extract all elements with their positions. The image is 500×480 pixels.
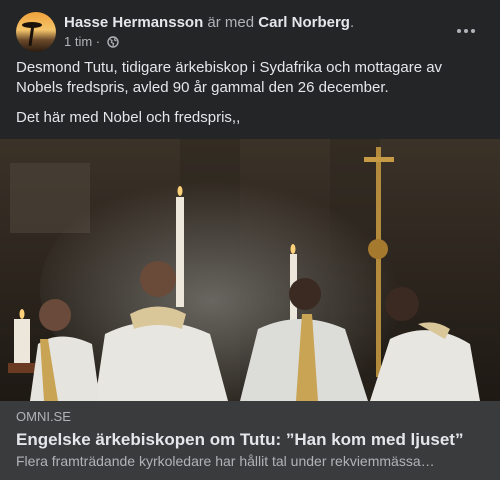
link-title[interactable]: Engelske ärkebiskopen om Tutu: ”Han kom …	[16, 430, 463, 450]
link-domain: OMNI.SE	[16, 409, 71, 424]
author-avatar[interactable]	[16, 12, 56, 52]
post-photo[interactable]	[0, 139, 500, 401]
post-paragraph: Det här med Nobel och fredspris,,	[16, 109, 241, 126]
link-description: Flera framträdande kyrkoledare har hålli…	[16, 453, 435, 469]
more-dots-icon[interactable]	[452, 20, 480, 42]
post-card: Hasse Hermansson är med Carl Norberg. 1 …	[0, 0, 500, 480]
tagged-name[interactable]: Carl Norberg	[258, 14, 350, 31]
post-header: Hasse Hermansson är med Carl Norberg. 1 …	[16, 12, 484, 52]
author-name[interactable]: Hasse Hermansson	[64, 14, 203, 31]
post-names: Hasse Hermansson är med Carl Norberg.	[64, 13, 354, 32]
tagged-suffix: .	[349, 14, 355, 31]
post-meta: 1 tim ·	[64, 34, 119, 50]
link-preview[interactable]: OMNI.SE Engelske ärkebiskopen om Tutu: ”…	[0, 401, 500, 480]
photo-illustration	[0, 139, 500, 401]
globe-icon[interactable]	[107, 36, 119, 48]
post-text: Desmond Tutu, tidigare ärkebiskop i Syda…	[16, 58, 484, 138]
with-text: är med	[207, 14, 255, 31]
meta-separator: ·	[95, 34, 101, 49]
post-paragraph: Desmond Tutu, tidigare ärkebiskop i Syda…	[16, 59, 443, 96]
post-time[interactable]: 1 tim	[64, 34, 92, 49]
